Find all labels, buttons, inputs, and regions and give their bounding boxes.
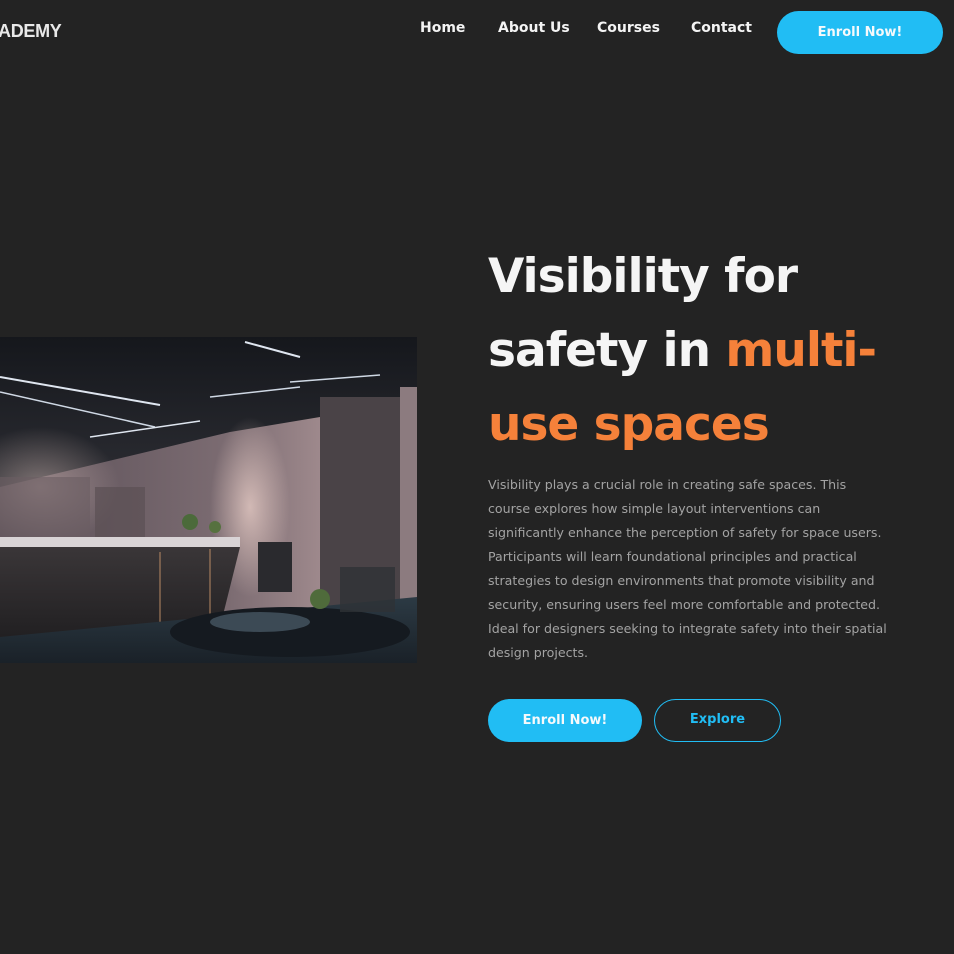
- hero-title-accent-1: multi-: [725, 323, 877, 378]
- hero-title: Visibility for safety in multi-use spaces: [488, 240, 928, 462]
- interior-photo: [0, 337, 417, 663]
- nav-link-courses[interactable]: Courses: [597, 20, 660, 36]
- hero-title-line2: safety in: [488, 323, 726, 378]
- hero-image: [0, 337, 417, 663]
- hero-enroll-button[interactable]: Enroll Now!: [488, 699, 642, 742]
- hero-title-line1: Visibility for: [488, 249, 798, 304]
- hero-description: Visibility plays a crucial role in creat…: [488, 477, 887, 660]
- hero-explore-button[interactable]: Explore: [654, 699, 781, 742]
- nav-link-home[interactable]: Home: [420, 20, 465, 36]
- nav-link-contact[interactable]: Contact: [691, 20, 752, 36]
- hero-title-accent-2: use spaces: [488, 397, 770, 452]
- nav-link-about-us[interactable]: About Us: [498, 20, 570, 36]
- nav-enroll-button[interactable]: Enroll Now!: [777, 11, 943, 54]
- brand-logo[interactable]: ADEMY: [0, 21, 62, 42]
